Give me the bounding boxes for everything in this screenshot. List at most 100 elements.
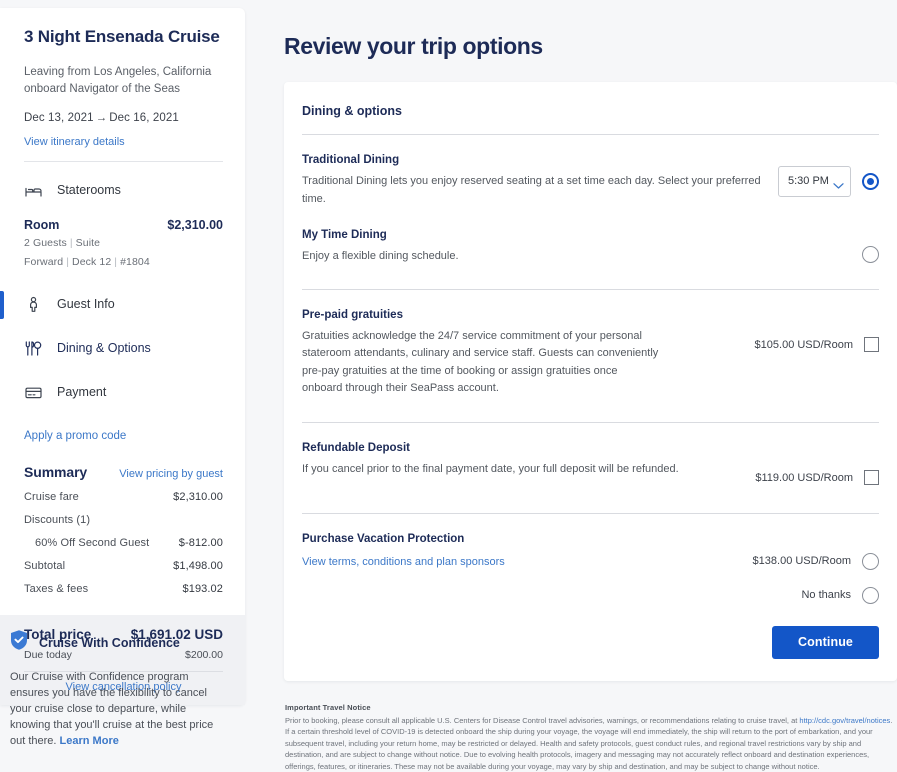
vacation-protection-controls: $138.00 USD/Room No thanks	[753, 553, 879, 604]
summary-row-value: $2,310.00	[173, 491, 223, 503]
refundable-deposit-price: $119.00 USD/Room	[755, 472, 853, 484]
refundable-deposit-checkbox[interactable]	[864, 470, 879, 485]
traditional-dining-option: Traditional Dining Traditional Dining le…	[302, 135, 879, 208]
room-summary-row: Room $2,310.00	[24, 218, 223, 232]
traditional-dining-body: Traditional Dining lets you enjoy reserv…	[302, 173, 766, 208]
summary-row-value: $1,498.00	[173, 560, 223, 572]
vacation-protection-purchase-row: $138.00 USD/Room	[753, 553, 879, 570]
summary-row: Cruise fare $2,310.00	[24, 491, 223, 503]
traditional-dining-controls: 5:30 PM 8:00 PM	[778, 166, 879, 197]
summary-header: Summary View pricing by guest	[24, 464, 223, 480]
vacation-protection-option: Purchase Vacation Protection View terms,…	[302, 514, 879, 604]
room-meta-line-1: 2 Guests|Suite	[24, 236, 223, 251]
sidebar-item-label: Staterooms	[57, 183, 121, 197]
traditional-dining-radio[interactable]	[862, 173, 879, 190]
my-time-dining-option: My Time Dining Enjoy a flexible dining s…	[302, 208, 879, 266]
vacation-protection-decline-label: No thanks	[801, 589, 851, 601]
prepaid-gratuities-heading: Pre-paid gratuities	[302, 309, 660, 321]
prepaid-gratuities-option: Pre-paid gratuities Gratuities acknowled…	[302, 290, 879, 398]
cruise-with-confidence-panel: Cruise With Confidence Our Cruise with C…	[0, 628, 245, 749]
my-time-dining-radio[interactable]	[862, 246, 879, 263]
vacation-protection-decline-row: No thanks	[801, 587, 879, 604]
cutlery-icon	[24, 339, 43, 358]
cruise-with-confidence-body: Our Cruise with Confidence program ensur…	[8, 669, 229, 749]
my-time-dining-text: My Time Dining Enjoy a flexible dining s…	[302, 229, 862, 266]
sidebar-item-staterooms[interactable]: Staterooms	[24, 174, 223, 206]
sidebar-item-payment[interactable]: Payment	[24, 376, 223, 408]
summary-row: Subtotal $1,498.00	[24, 560, 223, 572]
sidebar-item-label: Payment	[57, 385, 106, 399]
summary-title: Summary	[24, 464, 87, 480]
person-icon	[24, 295, 43, 314]
vacation-protection-decline-radio[interactable]	[862, 587, 879, 604]
refundable-deposit-option: Refundable Deposit If you cancel prior t…	[302, 423, 879, 489]
prepaid-gratuities-controls: $105.00 USD/Room	[755, 334, 879, 356]
vacation-protection-price: $138.00 USD/Room	[753, 555, 851, 567]
section-title: Dining & options	[302, 82, 879, 118]
date-start: Dec 13, 2021	[24, 112, 94, 124]
continue-button[interactable]: Continue	[772, 626, 879, 659]
traditional-dining-heading: Traditional Dining	[302, 154, 766, 166]
room-meta-line-2: Forward|Deck 12|#1804	[24, 255, 223, 270]
departure-line-2: onboard Navigator of the Seas	[24, 81, 223, 98]
bed-icon	[24, 181, 43, 200]
prepaid-gratuities-price: $105.00 USD/Room	[755, 339, 853, 351]
active-nav-indicator	[0, 291, 4, 319]
sidebar-item-label: Dining & Options	[57, 341, 151, 355]
trip-title: 3 Night Ensenada Cruise	[24, 26, 223, 48]
my-time-dining-body: Enjoy a flexible dining schedule.	[302, 248, 850, 266]
summary-row-label: Discounts (1)	[24, 514, 90, 526]
notice-body: Prior to booking, please consult all app…	[285, 715, 896, 772]
vacation-protection-terms-link[interactable]: View terms, conditions and plan sponsors	[302, 556, 505, 568]
vacation-protection-radio[interactable]	[862, 553, 879, 570]
continue-button-wrapper: Continue	[302, 604, 879, 681]
summary-row-label: Subtotal	[24, 560, 65, 572]
divider	[24, 161, 223, 162]
apply-promo-code-link[interactable]: Apply a promo code	[24, 430, 223, 442]
sidebar-item-label: Guest Info	[57, 297, 115, 311]
trip-sidebar: 3 Night Ensenada Cruise Leaving from Los…	[0, 8, 245, 705]
sidebar-item-dining-options[interactable]: Dining & Options	[24, 332, 223, 364]
prepaid-gratuities-text: Pre-paid gratuities Gratuities acknowled…	[302, 309, 672, 398]
notice-heading: Important Travel Notice	[285, 703, 896, 712]
departure-line-1: Leaving from Los Angeles, California	[24, 64, 223, 81]
traditional-dining-text: Traditional Dining Traditional Dining le…	[302, 154, 778, 208]
date-end: Dec 16, 2021	[109, 112, 179, 124]
credit-card-icon	[24, 383, 43, 402]
my-time-dining-heading: My Time Dining	[302, 229, 850, 241]
main-content: Review your trip options Dining & option…	[284, 0, 897, 750]
dining-time-select[interactable]: 5:30 PM 8:00 PM	[778, 166, 851, 197]
shield-check-icon	[8, 628, 30, 657]
sidebar-item-guest-info[interactable]: Guest Info	[24, 288, 223, 320]
cdc-travel-notices-link[interactable]: http://cdc.gov/travel/notices	[799, 716, 890, 725]
vacation-protection-text: Purchase Vacation Protection View terms,…	[302, 533, 753, 570]
cruise-with-confidence-title: Cruise With Confidence	[39, 636, 180, 650]
summary-row-label: 60% Off Second Guest	[24, 537, 149, 549]
arrow-icon: →	[94, 112, 110, 124]
room-type: Suite	[76, 237, 100, 249]
room-guests: 2 Guests	[24, 237, 67, 249]
refundable-deposit-heading: Refundable Deposit	[302, 442, 743, 454]
prepaid-gratuities-checkbox[interactable]	[864, 337, 879, 352]
vacation-protection-heading: Purchase Vacation Protection	[302, 533, 741, 545]
trip-dates: Dec 13, 2021→Dec 16, 2021	[24, 112, 223, 124]
prepaid-gratuities-body: Gratuities acknowledge the 24/7 service …	[302, 328, 660, 398]
room-price: $2,310.00	[167, 218, 223, 232]
room-deck: Deck 12	[72, 256, 111, 268]
page-title: Review your trip options	[284, 33, 897, 60]
summary-row-label: Taxes & fees	[24, 583, 88, 595]
important-travel-notice: Important Travel Notice Prior to booking…	[284, 703, 897, 772]
refundable-deposit-body: If you cancel prior to the final payment…	[302, 461, 743, 479]
summary-row-value: $193.02	[183, 583, 223, 595]
summary-row: Discounts (1)	[24, 514, 223, 526]
learn-more-link[interactable]: Learn More	[60, 735, 119, 747]
room-label: Room	[24, 218, 59, 232]
cruise-with-confidence-header: Cruise With Confidence	[8, 628, 229, 657]
refundable-deposit-controls: $119.00 USD/Room	[755, 467, 879, 489]
view-itinerary-details-link[interactable]: View itinerary details	[24, 136, 223, 148]
summary-row-label: Cruise fare	[24, 491, 79, 503]
view-pricing-by-guest-link[interactable]: View pricing by guest	[119, 468, 223, 480]
my-time-dining-controls	[862, 244, 879, 266]
refundable-deposit-text: Refundable Deposit If you cancel prior t…	[302, 442, 755, 479]
room-number: #1804	[120, 256, 150, 268]
